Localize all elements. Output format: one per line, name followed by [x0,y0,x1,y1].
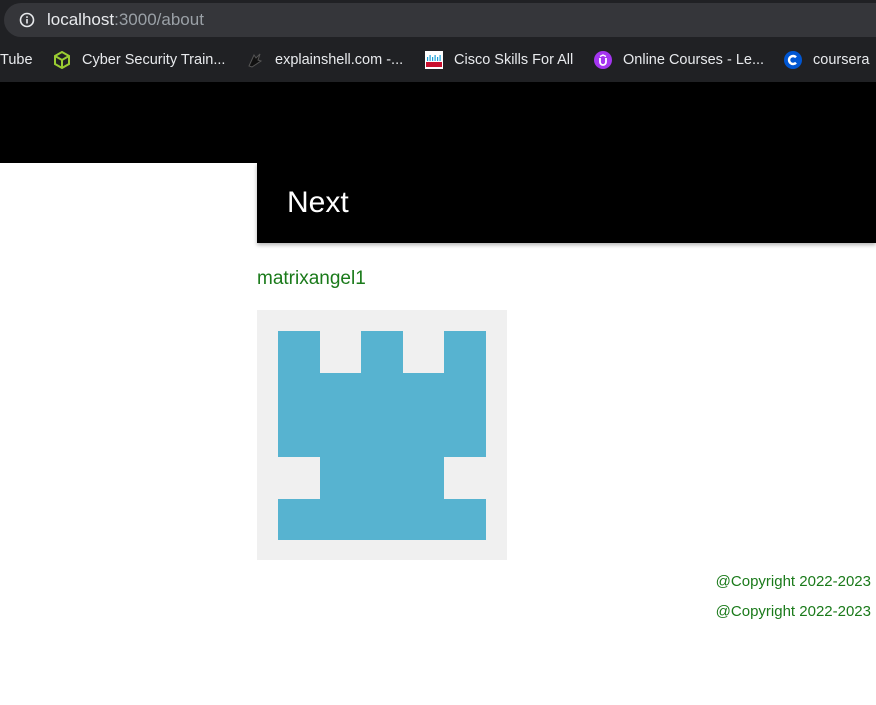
bookmark-cyber-security[interactable]: Cyber Security Train... [53,44,225,76]
bookmark-cisco[interactable]: Cisco Skills For All [425,44,573,76]
username: matrixangel1 [257,268,366,289]
footer-copyright: @Copyright 2022-2023 [715,573,871,590]
site-header [0,82,876,163]
bookmark-label: Online Courses - Le... [623,52,765,68]
cube-icon [54,51,70,69]
bookmark-coursera[interactable]: coursera [784,44,869,76]
coursera-icon [784,51,802,69]
bookmark-label: Tube [0,52,33,68]
url-host: localhost [47,10,115,29]
bookmark-label: Cyber Security Train... [82,52,226,68]
bookmark-explainshell[interactable]: explainshell.com -... [246,44,403,76]
bookmark-label: coursera [813,52,870,68]
info-icon[interactable] [19,12,35,28]
footer-copyright: @Copyright 2022-2023 [715,603,871,620]
url-text[interactable]: localhost:3000/about [47,10,204,30]
bookmarks-bar: Tube Cyber Security Train... explainshel… [0,44,876,76]
shell-icon [248,53,263,68]
address-bar[interactable]: localhost:3000/about [4,3,876,37]
url-path: :3000/about [114,10,204,29]
bookmark-youtube[interactable]: Tube [0,44,33,76]
avatar [257,310,507,560]
bookmark-udemy[interactable]: Online Courses - Le... [594,44,764,76]
cisco-icon [425,51,443,69]
identicon-image [278,331,486,540]
next-link[interactable]: Next [287,185,349,221]
bookmark-label: Cisco Skills For All [454,52,574,68]
udemy-icon [594,51,612,69]
browser-chrome: localhost:3000/about Tube Cyber Security… [0,0,876,82]
next-panel: Next [257,163,876,243]
bookmark-label: explainshell.com -... [275,52,404,68]
